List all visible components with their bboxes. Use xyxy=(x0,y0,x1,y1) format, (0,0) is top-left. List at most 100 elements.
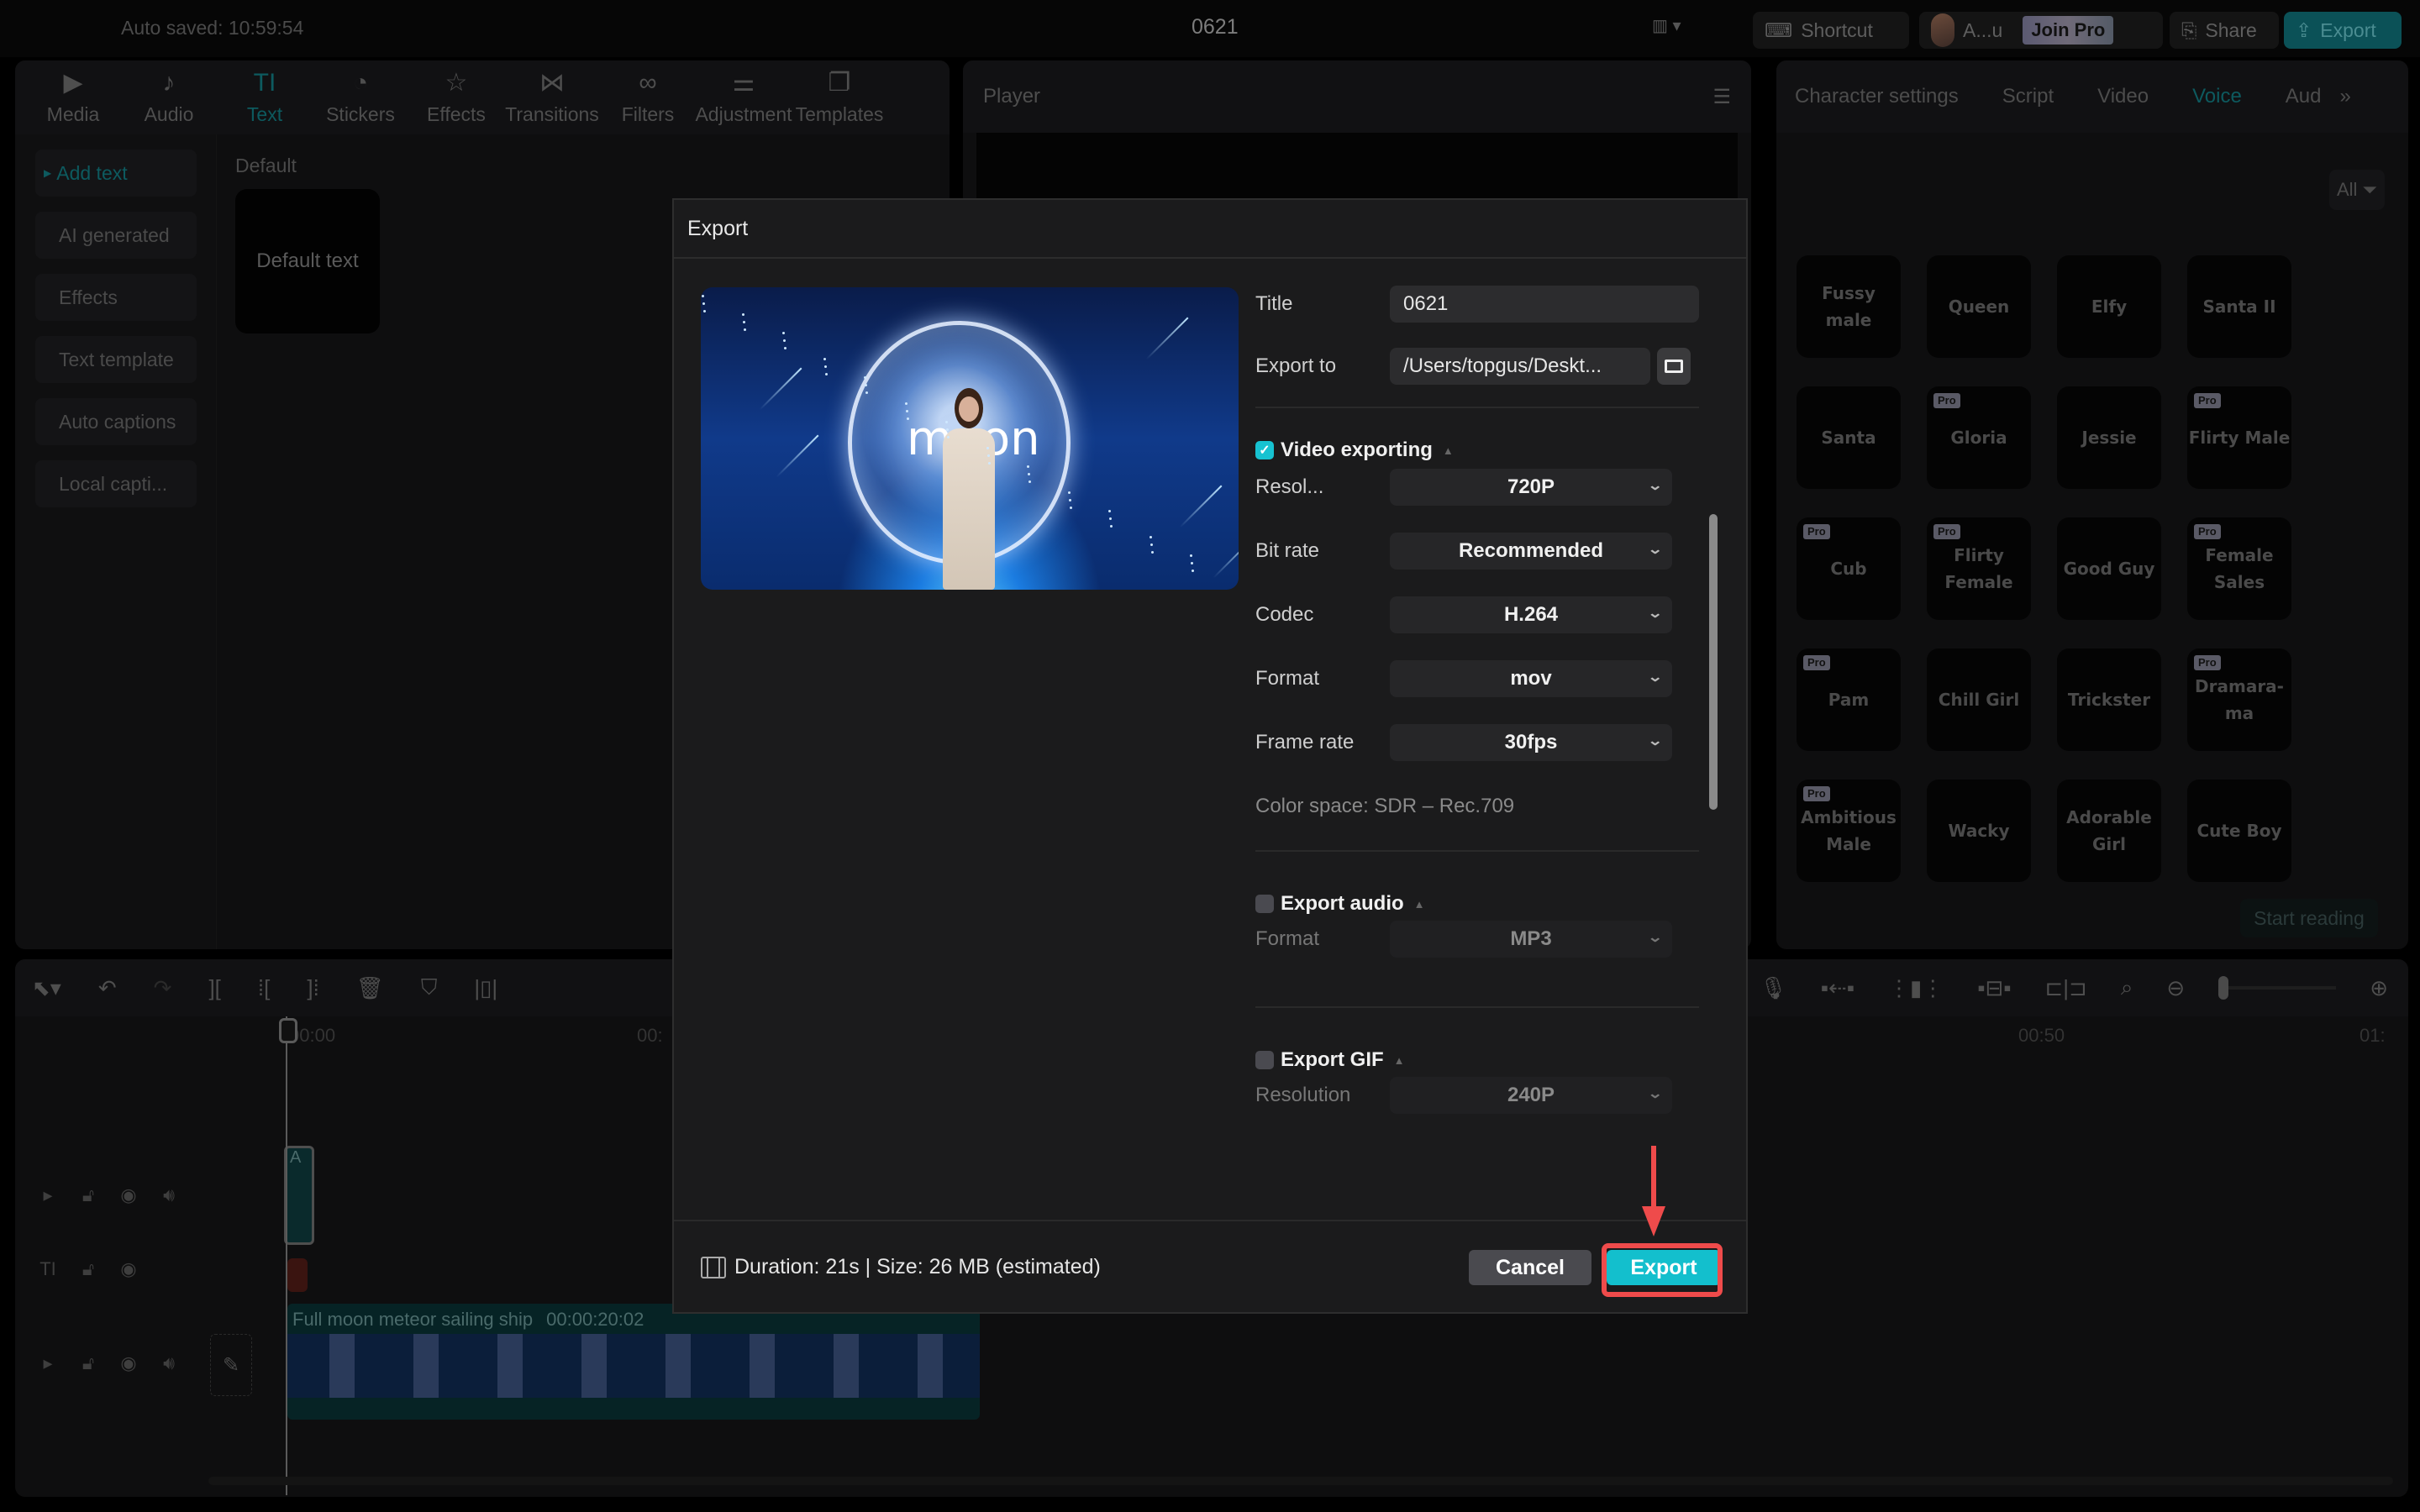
voice-card[interactable]: Pro Pam xyxy=(1797,648,1901,751)
voice-card[interactable]: Pro Flirty Female xyxy=(1927,517,2031,620)
split-right-icon[interactable]: ]⁞ xyxy=(307,975,318,1001)
link-icon[interactable]: ▪⊟▪ xyxy=(1977,975,2011,1001)
user-menu[interactable]: A...u Join Pro xyxy=(1919,12,2163,49)
start-reading-button[interactable]: Start reading xyxy=(2240,899,2378,937)
audio-format-select[interactable]: MP3 ⌄ xyxy=(1390,921,1672,958)
zoom-out-icon[interactable]: ⊖ xyxy=(2166,975,2185,1001)
tab-stickers[interactable]: ◔ Stickers xyxy=(313,60,408,134)
format-select[interactable]: mov ⌄ xyxy=(1390,660,1672,697)
share-button[interactable]: ⎘ Share xyxy=(2170,12,2279,49)
bitrate-select[interactable]: Recommended ⌄ xyxy=(1390,533,1672,570)
voice-card[interactable]: Elfy xyxy=(2057,255,2161,358)
sidebar-item-local-capti[interactable]: Local capti... xyxy=(35,460,197,507)
voice-card[interactable]: Chill Girl xyxy=(1927,648,2031,751)
filter-button[interactable]: All ⏷ xyxy=(2329,170,2385,210)
browse-folder-button[interactable] xyxy=(1657,348,1691,385)
zoom-slider[interactable] xyxy=(2218,976,2337,1000)
resolution-select[interactable]: 720P ⌄ xyxy=(1390,469,1672,506)
tab-voice[interactable]: Voice xyxy=(2192,85,2242,108)
gif-export-checkbox[interactable] xyxy=(1255,1051,1274,1069)
avatar-clip[interactable]: A xyxy=(284,1146,314,1245)
tab-script[interactable]: Script xyxy=(2002,85,2054,108)
sidebar-item-add-text[interactable]: ▶ Add text xyxy=(35,150,197,197)
playhead[interactable] xyxy=(279,1016,297,1495)
voice-card[interactable]: Jessie xyxy=(2057,386,2161,489)
undo-icon[interactable]: ↶ xyxy=(98,975,117,1001)
voice-card[interactable]: Adorable Girl xyxy=(2057,780,2161,882)
video-export-checkbox[interactable]: ✓ xyxy=(1255,441,1274,459)
codec-select[interactable]: H.264 ⌄ xyxy=(1390,596,1672,633)
voice-card[interactable]: Cute Boy xyxy=(2187,780,2291,882)
sidebar-item-ai-generated[interactable]: AI generated xyxy=(35,212,197,259)
select-tool-icon[interactable]: ⬉▾ xyxy=(32,975,61,1001)
eye-icon[interactable]: ◉ xyxy=(116,1183,141,1208)
title-input[interactable]: 0621 xyxy=(1390,286,1699,323)
sidebar-item-auto-captions[interactable]: Auto captions xyxy=(35,398,197,445)
voice-card[interactable]: Pro Cub xyxy=(1797,517,1901,620)
voice-card[interactable]: Santa II xyxy=(2187,255,2291,358)
zoom-slider-knob[interactable] xyxy=(2218,976,2229,1000)
mic-icon[interactable]: 🎙︎ xyxy=(1760,975,1787,1001)
volume-icon[interactable]: 🔊︎ xyxy=(156,1183,182,1208)
lock-icon[interactable]: 🔓︎ xyxy=(76,1351,101,1376)
redo-icon[interactable]: ↷ xyxy=(154,975,172,1001)
voice-card[interactable]: Queen xyxy=(1927,255,2031,358)
voice-card[interactable]: Good Guy xyxy=(2057,517,2161,620)
zoom-in-icon[interactable]: ⊕ xyxy=(2370,975,2388,1001)
delete-icon[interactable]: 🗑︎ xyxy=(356,975,384,1001)
timeline-scrollbar[interactable] xyxy=(208,1477,2393,1485)
video-export-toggle[interactable]: ✓ Video exporting ▲ xyxy=(1255,438,1454,462)
tab-video[interactable]: Video xyxy=(2097,85,2149,108)
magnet-icon[interactable]: ⋮▮⋮ xyxy=(1888,975,1944,1001)
eye-icon[interactable]: ◉ xyxy=(116,1257,141,1282)
main-video-clip[interactable]: Full moon meteor sailing ship 00:00:20:0… xyxy=(287,1304,980,1420)
collapse-icon[interactable]: ▲ xyxy=(1394,1054,1405,1067)
voice-card[interactable]: Santa xyxy=(1797,386,1901,489)
voice-card[interactable]: Wacky xyxy=(1927,780,2031,882)
framerate-select[interactable]: 30fps ⌄ xyxy=(1390,724,1672,761)
tab-character-settings[interactable]: Character settings xyxy=(1795,85,1959,108)
export-path-input[interactable]: /Users/topgus/Deskt... xyxy=(1390,348,1650,385)
voice-card[interactable]: Fussy male xyxy=(1797,255,1901,358)
voice-card[interactable]: Pro Flirty Male xyxy=(2187,386,2291,489)
voice-card[interactable]: Pro Dramara-ma xyxy=(2187,648,2291,751)
tab-filters[interactable]: ∞ Filters xyxy=(600,60,696,134)
tab-adjustment[interactable]: ⚌ Adjustment xyxy=(695,60,792,134)
layout-button[interactable]: ▥ ▾ xyxy=(1652,15,1706,42)
tab-media[interactable]: ▶ Media xyxy=(25,60,121,134)
auto-snap-icon[interactable]: ▪⇠▪ xyxy=(1821,975,1854,1001)
lock-icon[interactable]: 🔓︎ xyxy=(76,1257,101,1282)
marker-icon[interactable]: ⛉ xyxy=(421,974,438,1001)
freeze-icon[interactable]: |▯| xyxy=(474,975,497,1001)
lock-icon[interactable]: 🔓︎ xyxy=(76,1183,101,1208)
default-text-card[interactable]: Default text xyxy=(235,189,380,333)
settings-scrollbar[interactable] xyxy=(1709,514,1718,810)
shortcut-button[interactable]: ⌨ Shortcut xyxy=(1753,12,1909,49)
tab-effects[interactable]: ☆ Effects xyxy=(408,60,504,134)
text-clip[interactable] xyxy=(287,1258,308,1292)
gif-export-toggle[interactable]: Export GIF ▲ xyxy=(1255,1048,1405,1072)
cancel-button[interactable]: Cancel xyxy=(1469,1250,1591,1285)
split-left-icon[interactable]: ⁞[ xyxy=(258,975,270,1001)
voice-card[interactable]: Pro Ambitious Male xyxy=(1797,780,1901,882)
audio-export-toggle[interactable]: Export audio ▲ xyxy=(1255,892,1425,916)
collapse-icon[interactable]: ▲ xyxy=(1414,898,1425,911)
split-icon[interactable]: ][ xyxy=(208,975,220,1001)
sidebar-item-text-template[interactable]: Text template xyxy=(35,336,197,383)
tab-aud[interactable]: Aud xyxy=(2286,85,2322,108)
audio-export-checkbox[interactable] xyxy=(1255,895,1274,913)
tab-audio[interactable]: ♪ Audio xyxy=(121,60,217,134)
collapse-icon[interactable]: ▲ xyxy=(1443,444,1454,457)
sidebar-item-effects[interactable]: Effects xyxy=(35,274,197,321)
voice-card[interactable]: Pro Gloria xyxy=(1927,386,2031,489)
tab-transitions[interactable]: ⋈ Transitions xyxy=(504,60,600,134)
split-view-icon[interactable]: ⊏|⊐ xyxy=(2045,975,2087,1001)
voice-card[interactable]: Trickster xyxy=(2057,648,2161,751)
zoom-fit-icon[interactable]: ⌕ xyxy=(2121,974,2133,1001)
menu-icon[interactable]: ☰ xyxy=(1712,85,1731,109)
eye-icon[interactable]: ◉ xyxy=(116,1351,141,1376)
top-export-button[interactable]: ⇪ Export xyxy=(2284,12,2402,49)
volume-icon[interactable]: 🔊︎ xyxy=(156,1351,182,1376)
gif-resolution-select[interactable]: 240P ⌄ xyxy=(1390,1077,1672,1114)
voice-card[interactable]: Pro Female Sales xyxy=(2187,517,2291,620)
